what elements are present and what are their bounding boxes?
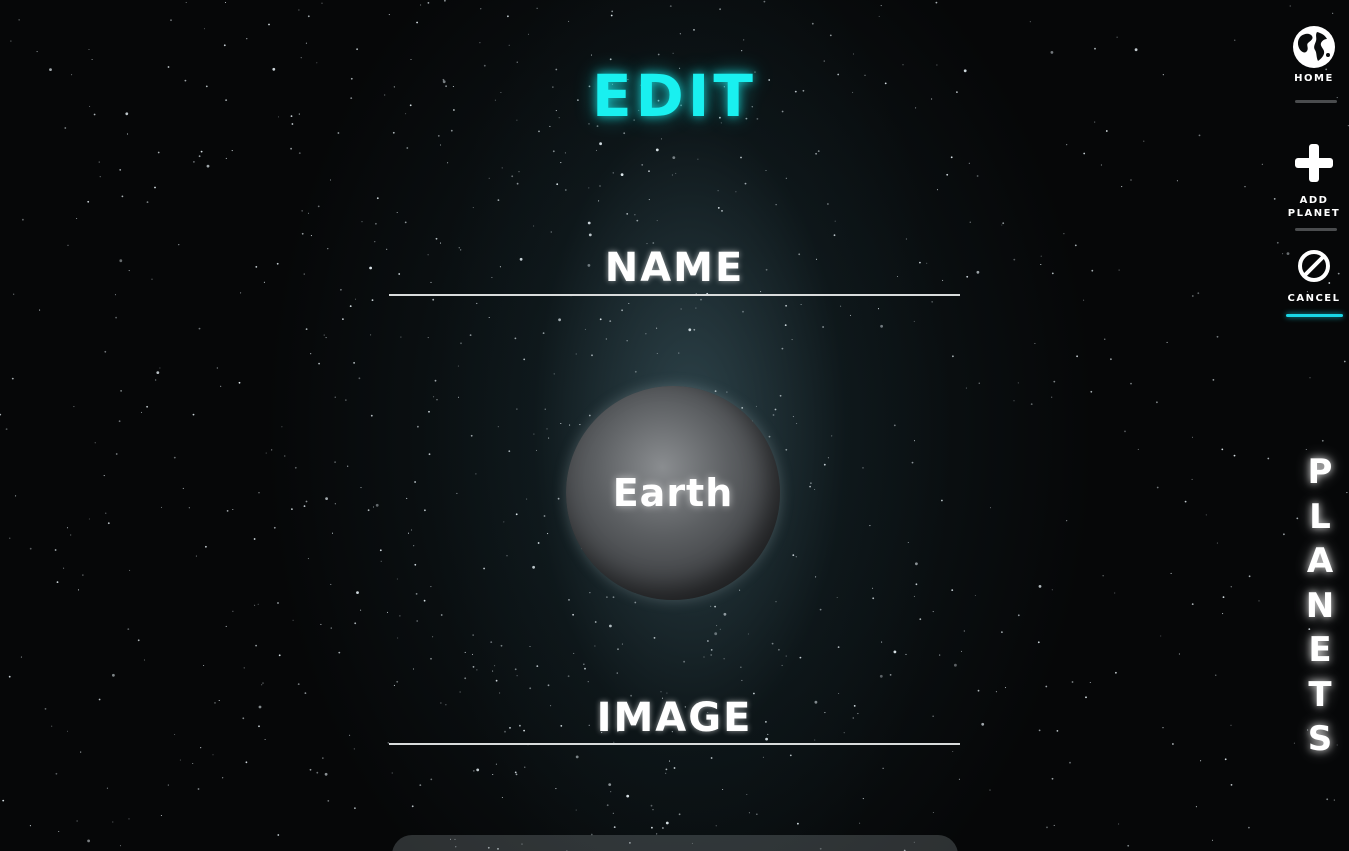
planets-title-letter: P: [1307, 452, 1333, 492]
planet-name-label: Earth: [612, 471, 734, 515]
page-title: EDIT: [592, 62, 757, 130]
planet-preview: Earth: [566, 386, 780, 600]
app-screen: EDIT Earth HOME ADD PLANET: [0, 0, 1349, 851]
globe-icon: [1293, 26, 1335, 68]
planets-vertical-title: PLANETS: [1304, 450, 1336, 762]
cancel-icon: [1298, 250, 1330, 282]
nav-add-underline: [1295, 228, 1337, 231]
image-input[interactable]: [389, 694, 960, 742]
submit-button[interactable]: [392, 835, 958, 851]
image-field[interactable]: [389, 694, 960, 745]
nav-cancel-label: CANCEL: [1287, 293, 1341, 304]
planets-title-letter: N: [1305, 585, 1335, 626]
nav-home-button[interactable]: HOME: [1279, 24, 1349, 104]
nav-home-underline: [1295, 100, 1337, 103]
name-field[interactable]: [389, 244, 960, 296]
name-input[interactable]: [389, 244, 960, 292]
nav-cancel-button[interactable]: CANCEL: [1279, 248, 1349, 320]
plus-icon: [1295, 144, 1333, 182]
nav-add-label-line2: PLANET: [1287, 208, 1341, 219]
planets-title-letter: A: [1306, 541, 1334, 581]
nav-home-label: HOME: [1294, 73, 1334, 84]
nav-cancel-underline-active: [1286, 314, 1343, 317]
planets-title-letter: T: [1308, 674, 1332, 715]
planets-title-letter: S: [1307, 719, 1333, 759]
nav-add-label-line1: ADD: [1299, 195, 1329, 206]
planets-title-letter: E: [1308, 630, 1332, 670]
planets-title-letter: L: [1309, 496, 1331, 537]
nav-add-planet-button[interactable]: ADD PLANET: [1279, 142, 1349, 232]
